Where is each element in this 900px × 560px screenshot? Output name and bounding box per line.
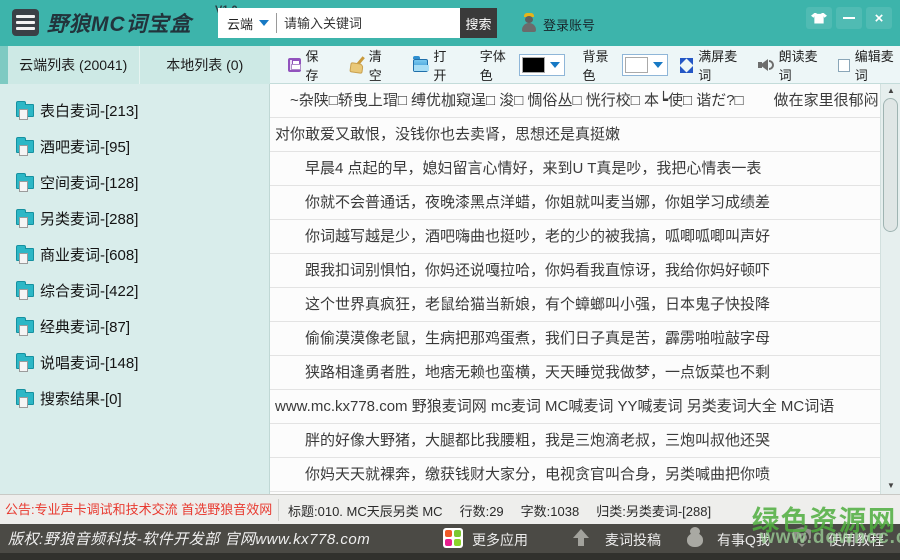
- sidebar-item-search-results[interactable]: 搜索结果-[0]: [0, 380, 270, 416]
- lyric-row[interactable]: 早晨4 点起的早，媳妇留言心情好，来到U T真是吵，我把心情表一表: [270, 152, 880, 186]
- lyrics-list: ~杂陕□轿曳上瑁□ 缚优枷窥逞□ 浚□ 惆俗丛□ 恍行校□ 本┕使□ 谐だ?□ …: [270, 84, 880, 494]
- left-accent-strip: [0, 46, 8, 84]
- status-title: 标题:010. MC天辰另类 MC: [288, 501, 443, 520]
- submit-lyrics-button[interactable]: 麦词投稿: [605, 530, 661, 550]
- lyric-row[interactable]: 跟我扣词别惧怕，你妈还说嘎拉哈，你妈看我直惊讶，我给你妈好顿吓: [270, 254, 880, 288]
- fullscreen-lyrics-button[interactable]: 满屏麦词: [680, 46, 744, 84]
- user-icon[interactable]: [521, 13, 537, 32]
- lyric-row[interactable]: 这个世界真疯狂，老鼠给猫当新娘，有个蟑螂叫小强，日本鬼子快投降: [270, 288, 880, 322]
- status-line-count: 行数:29: [460, 501, 504, 520]
- lyric-row[interactable]: 胖的好像大野猪，大腿都比我腰粗，我是三炮滴老叔，三炮叫叔他还哭: [270, 424, 880, 458]
- folder-icon: [16, 392, 34, 405]
- app-title: 野狼MC词宝盒: [47, 8, 192, 38]
- font-color-label: 字体色: [480, 46, 514, 84]
- qq-penguin-icon[interactable]: [686, 527, 704, 548]
- scrollbar[interactable]: ▲ ▼: [880, 84, 900, 494]
- floppy-icon: [288, 58, 301, 72]
- font-color-picker[interactable]: [519, 54, 565, 76]
- folder-icon: [16, 176, 34, 189]
- folder-icon: [16, 140, 34, 153]
- chevron-down-icon: [550, 62, 560, 68]
- bg-color-picker[interactable]: [622, 54, 668, 76]
- tab-cloud-list[interactable]: 云端列表 (20041): [8, 46, 139, 84]
- shirt-icon: [811, 13, 827, 24]
- edit-lyrics-toggle[interactable]: 编辑麦词: [838, 46, 900, 84]
- folder-icon: [16, 356, 34, 369]
- lyric-row[interactable]: 你词越写越是少，酒吧嗨曲也挺吵，老的少的被我搞，呱唧呱唧叫声好: [270, 220, 880, 254]
- minimize-button[interactable]: [836, 7, 862, 29]
- category-sidebar: 表白麦词-[213] 酒吧麦词-[95] 空间麦词-[128] 另类麦词-[28…: [0, 84, 270, 494]
- more-apps-button[interactable]: 更多应用: [472, 530, 528, 550]
- sidebar-item-jiuba[interactable]: 酒吧麦词-[95]: [0, 128, 270, 164]
- search-scope-select[interactable]: 云端: [227, 14, 253, 33]
- title-bar: 野狼MC词宝盒 V1.0 云端 搜索 登录账号 ×: [0, 0, 900, 46]
- checkbox-icon[interactable]: [838, 59, 850, 72]
- login-button[interactable]: 登录账号: [543, 15, 595, 34]
- folder-icon: [16, 104, 34, 117]
- sidebar-item-biaobai[interactable]: 表白麦词-[213]: [0, 92, 270, 128]
- minimize-icon: [843, 17, 855, 19]
- lyric-row[interactable]: www.mc.kx778.com 野狼麦词网 mc麦词 MC喊麦词 YY喊麦词 …: [270, 390, 880, 424]
- sidebar-item-shangye[interactable]: 商业麦词-[608]: [0, 236, 270, 272]
- scrollbar-thumb[interactable]: [883, 98, 898, 232]
- apps-grid-icon[interactable]: [443, 528, 463, 548]
- status-stats: 标题:010. MC天辰另类 MC 行数:29 字数:1038 归类:另类麦词-…: [288, 495, 711, 525]
- app-logo-icon[interactable]: [12, 9, 39, 36]
- search-input[interactable]: [284, 10, 460, 36]
- clear-button[interactable]: 清空: [350, 46, 392, 84]
- close-button[interactable]: ×: [866, 7, 892, 29]
- skin-button[interactable]: [806, 7, 832, 29]
- sidebar-item-jingdian[interactable]: 经典麦词-[87]: [0, 308, 270, 344]
- open-folder-icon: [413, 59, 428, 72]
- read-aloud-button[interactable]: 朗读麦词: [758, 46, 824, 84]
- open-button[interactable]: 打开: [413, 46, 455, 84]
- toolbar: 保存 清空 打开 字体色 背景色 满屏麦词 朗读麦词 编辑: [270, 46, 900, 84]
- sidebar-item-kongjian[interactable]: 空间麦词-[128]: [0, 164, 270, 200]
- folder-icon: [16, 248, 34, 261]
- divider: [276, 13, 277, 33]
- tab-local-list[interactable]: 本地列表 (0): [139, 46, 271, 84]
- scroll-down-icon[interactable]: ▼: [881, 479, 900, 493]
- tab-toolbar-row: 云端列表 (20041) 本地列表 (0) 保存 清空 打开 字体色 背景色 满…: [0, 46, 900, 84]
- folder-icon: [16, 320, 34, 333]
- bg-color-label: 背景色: [582, 46, 616, 84]
- lyric-row[interactable]: ~杂陕□轿曳上瑁□ 缚优枷窥逞□ 浚□ 惆俗丛□ 恍行校□ 本┕使□ 谐だ?□ …: [270, 84, 880, 118]
- scroll-up-icon[interactable]: ▲: [881, 84, 900, 98]
- copyright-text: 版权:野狼音频科技-软件开发部 官网www.kx778.com: [8, 528, 370, 549]
- save-button[interactable]: 保存: [288, 46, 328, 84]
- speaker-icon: [758, 57, 774, 73]
- lyric-row[interactable]: 你就不会普通话，夜晚漆黑点洋蜡，你姐就叫麦当娜，你姐学习成绩差: [270, 186, 880, 220]
- upload-arrow-icon[interactable]: [573, 529, 589, 547]
- status-category: 归类:另类麦词-[288]: [596, 501, 711, 520]
- search-button[interactable]: 搜索: [460, 8, 497, 38]
- sidebar-item-shuochang[interactable]: 说唱麦词-[148]: [0, 344, 270, 380]
- expand-icon: [680, 58, 693, 73]
- bg-color-swatch: [625, 57, 648, 73]
- folder-icon: [16, 212, 34, 225]
- lyric-row[interactable]: 你妈天天就裸奔，缴获钱财大家分，电视贪官叫合身，另类喊曲把你喷: [270, 458, 880, 492]
- broom-icon: [350, 57, 364, 73]
- font-color-swatch: [522, 57, 545, 73]
- status-word-count: 字数:1038: [521, 501, 580, 520]
- folder-icon: [16, 284, 34, 297]
- divider: [278, 499, 279, 521]
- chevron-down-icon: [653, 62, 663, 68]
- search-box: 云端: [218, 8, 460, 38]
- chevron-down-icon[interactable]: [259, 20, 269, 26]
- lyric-row[interactable]: 狭路相逢勇者胜，地痞无赖也蛮横，天天睡觉我做梦，一点饭菜也不剩: [270, 356, 880, 390]
- sidebar-item-zonghe[interactable]: 综合麦词-[422]: [0, 272, 270, 308]
- list-tabs: 云端列表 (20041) 本地列表 (0): [8, 46, 270, 84]
- lyric-row[interactable]: 偷偷漠漠像老鼠，生病把那鸡蛋煮，我们日子真是苦，霹雳啪啦敲字母: [270, 322, 880, 356]
- lyric-row[interactable]: 对你敢爱又敢恨，没钱你也去卖肾，思想还是真挺嫩: [270, 118, 880, 152]
- close-icon: ×: [875, 11, 884, 26]
- announcement-text: 公告:专业声卡调试和技术交流 首选野狼音效网: [5, 495, 272, 525]
- sidebar-item-linglei[interactable]: 另类麦词-[288]: [0, 200, 270, 236]
- watermark-site-url: www.downcc.com: [760, 527, 900, 549]
